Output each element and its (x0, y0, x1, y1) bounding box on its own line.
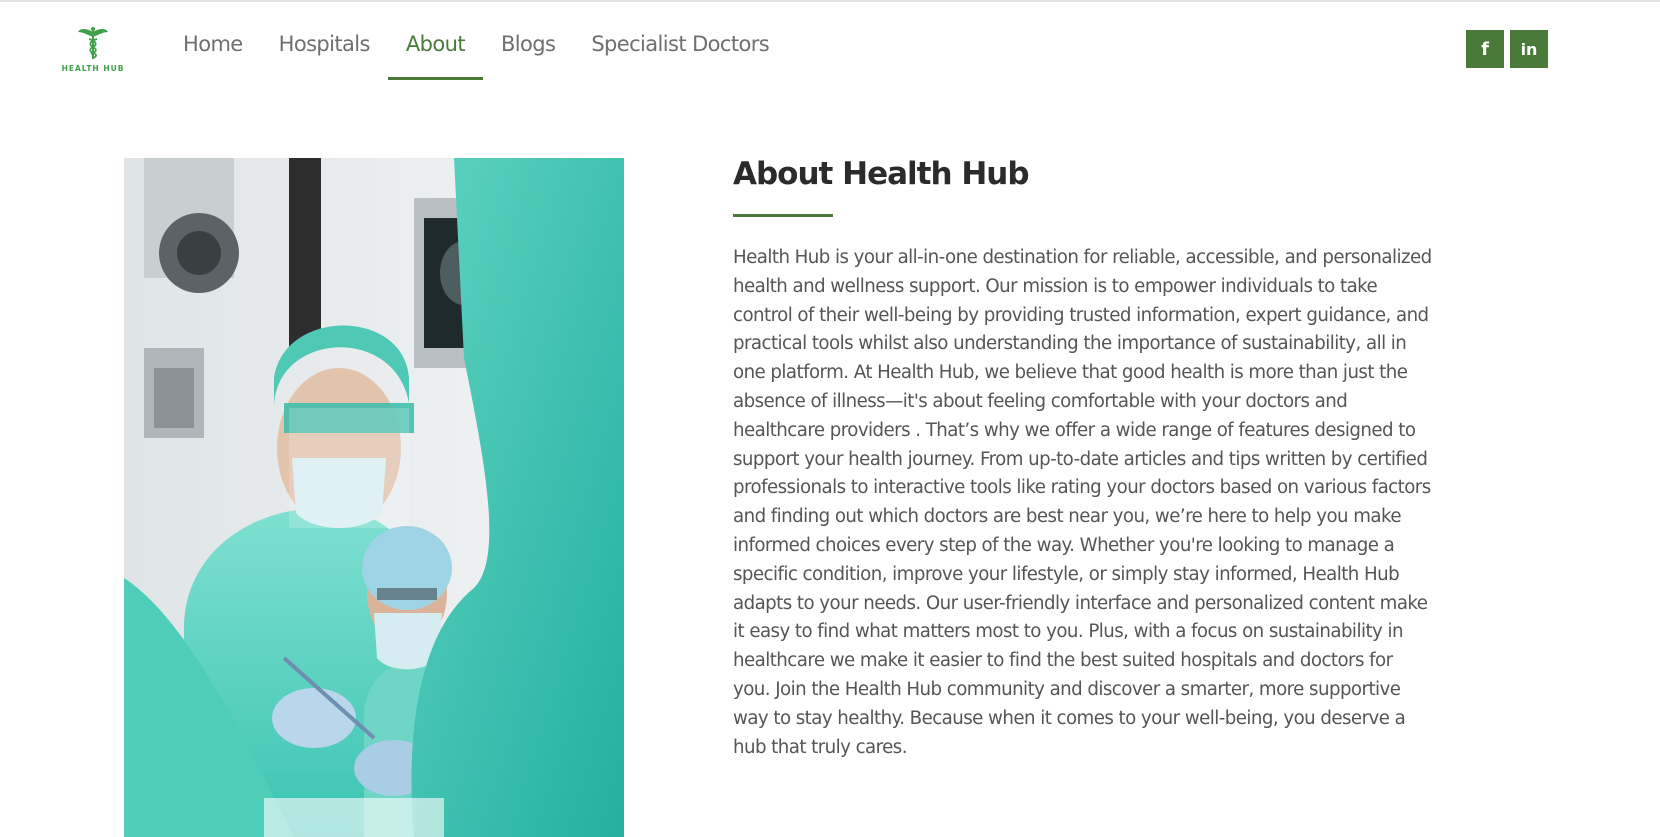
linkedin-button[interactable]: in (1510, 30, 1548, 68)
nav-specialist-doctors[interactable]: Specialist Doctors (573, 20, 787, 82)
nav-about[interactable]: About (387, 20, 484, 82)
linkedin-icon: in (1520, 39, 1538, 59)
facebook-icon: f (1481, 38, 1489, 60)
caduceus-icon (78, 27, 108, 59)
site-header: HEALTH HUB Home Hospitals About Blogs Sp… (0, 2, 1660, 84)
main-nav: Home Hospitals About Blogs Specialist Do… (165, 20, 787, 82)
about-body-text: Health Hub is your all-in-one destinatio… (733, 247, 1432, 758)
surgeons-photo (124, 158, 624, 837)
nav-hospitals[interactable]: Hospitals (261, 20, 388, 82)
logo-text: HEALTH HUB (61, 64, 125, 73)
nav-home[interactable]: Home (165, 20, 261, 82)
facebook-button[interactable]: f (1466, 30, 1504, 68)
title-underline (733, 214, 833, 217)
page-title: About Health Hub (733, 156, 1030, 192)
logo-link[interactable]: HEALTH HUB (60, 26, 126, 76)
nav-blogs[interactable]: Blogs (483, 20, 573, 82)
